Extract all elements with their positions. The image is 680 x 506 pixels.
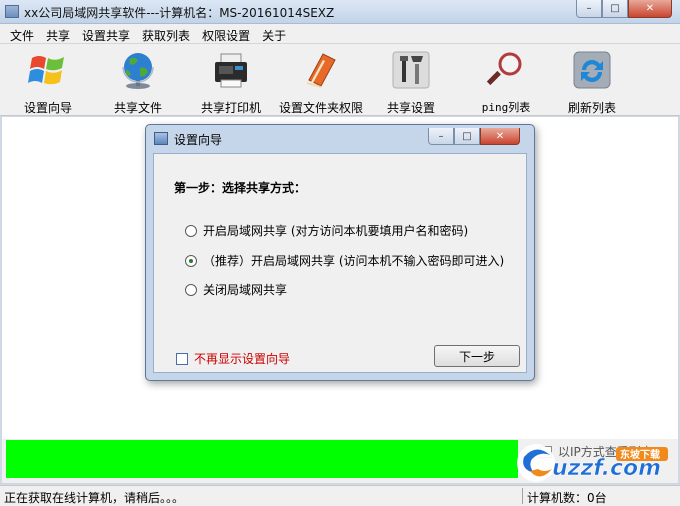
app-icon — [5, 5, 19, 18]
toolbar-label: 设置文件夹权限 — [278, 101, 363, 115]
menu-set-share[interactable]: 设置共享 — [76, 24, 136, 43]
option-label: 开启局域网共享 (对方访问本机要填用户名和密码) — [203, 224, 469, 238]
minimize-button[interactable]: – — [576, 0, 602, 18]
status-message: 正在获取在线计算机，请稍后。。。 — [4, 491, 185, 505]
toolbar-label: ping列表 — [481, 101, 531, 114]
toolbar-label: 刷新列表 — [567, 101, 616, 115]
setup-wizard-dialog: 设置向导 – □ ✕ 第一步：选择共享方式： 开启局域网共享 (对方访问本机要填… — [145, 124, 535, 381]
status-divider — [522, 488, 523, 504]
window-controls: – □ ✕ — [576, 0, 672, 18]
book-icon — [307, 53, 336, 88]
computer-count: 计算机数：0台 — [527, 491, 607, 505]
menu-permissions[interactable]: 权限设置 — [196, 24, 256, 43]
progress-bar — [6, 440, 518, 478]
menu-share[interactable]: 共享 — [40, 24, 76, 43]
windows-logo-icon — [28, 56, 64, 85]
next-step-button[interactable]: 下一步 — [434, 345, 520, 367]
radio-button[interactable] — [185, 224, 197, 237]
toolbar-label: 设置向导 — [23, 101, 72, 115]
printer-icon — [215, 53, 247, 88]
dialog-minimize-button[interactable]: – — [428, 128, 454, 145]
toolbar-label: 共享文件 — [113, 101, 162, 115]
maximize-button[interactable]: □ — [602, 0, 628, 18]
toolbar-share-printer[interactable]: 共享打印机 — [196, 50, 266, 115]
toolbar-folder-permissions[interactable]: 设置文件夹权限 — [276, 50, 366, 115]
menu-file[interactable]: 文件 — [4, 24, 40, 43]
toolbar-share-settings[interactable]: 共享设置 — [380, 50, 442, 115]
menu-get-list[interactable]: 获取列表 — [136, 24, 196, 43]
dialog-titlebar: 设置向导 – □ ✕ — [154, 128, 524, 149]
dialog-maximize-button[interactable]: □ — [454, 128, 480, 145]
close-button[interactable]: ✕ — [628, 0, 672, 18]
option-enable-without-password[interactable]: （推荐）开启局域网共享 (访问本机不输入密码即可进入) — [185, 252, 504, 269]
toolbar-ping-list[interactable]: ping列表 — [476, 50, 536, 114]
toolbar-share-files[interactable]: 共享文件 — [108, 50, 168, 115]
radio-button-selected[interactable] — [185, 254, 197, 267]
toolbar-refresh-list[interactable]: 刷新列表 — [562, 50, 622, 115]
option-disable-sharing[interactable]: 关闭局域网共享 — [185, 281, 287, 298]
uzzf-watermark-logo: uzzf.com 东坡下载 — [517, 444, 668, 482]
menu-about[interactable]: 关于 — [256, 24, 292, 43]
toolbar: 设置向导 共享文件 共享打印机 设置文件夹权限 共享设置 ping列表 刷新列表 — [0, 44, 680, 116]
dialog-title: 设置向导 — [174, 133, 223, 147]
status-bar: 正在获取在线计算机，请稍后。。。 计算机数：0台 — [0, 485, 680, 506]
dialog-app-icon — [154, 132, 168, 145]
checkbox[interactable] — [176, 352, 188, 365]
toolbar-setup-wizard[interactable]: 设置向导 — [18, 50, 78, 115]
menu-bar: 文件 共享 设置共享 获取列表 权限设置 关于 — [0, 24, 680, 44]
option-enable-with-password[interactable]: 开启局域网共享 (对方访问本机要填用户名和密码) — [185, 222, 468, 239]
toolbar-label: 共享打印机 — [200, 101, 261, 115]
globe-icon — [122, 53, 154, 89]
dialog-close-button[interactable]: ✕ — [480, 128, 520, 145]
toolbar-label: 共享设置 — [386, 101, 435, 115]
window-title: xx公司局域网共享软件---计算机名：MS-20161014SEXZ — [24, 6, 335, 20]
svg-text:东坡下载: 东坡下载 — [620, 448, 660, 461]
checkbox-label: 不再显示设置向导 — [194, 352, 291, 366]
radio-button[interactable] — [185, 283, 197, 296]
option-label: 关闭局域网共享 — [203, 283, 288, 297]
tools-icon — [392, 51, 430, 89]
step-title: 第一步：选择共享方式： — [174, 181, 307, 195]
dont-show-wizard-checkbox[interactable]: 不再显示设置向导 — [176, 350, 290, 367]
dialog-body: 第一步：选择共享方式： 开启局域网共享 (对方访问本机要填用户名和密码) （推荐… — [153, 153, 527, 373]
refresh-icon — [573, 51, 611, 89]
window-titlebar: xx公司局域网共享软件---计算机名：MS-20161014SEXZ – □ ✕ — [0, 0, 680, 24]
magnifier-icon — [486, 52, 522, 86]
bottom-panel: 以IP方式查看列表 uzzf.com 东坡下载 — [2, 439, 678, 483]
dialog-window-controls: – □ ✕ — [428, 128, 520, 145]
option-label: （推荐）开启局域网共享 (访问本机不输入密码即可进入) — [203, 254, 505, 268]
